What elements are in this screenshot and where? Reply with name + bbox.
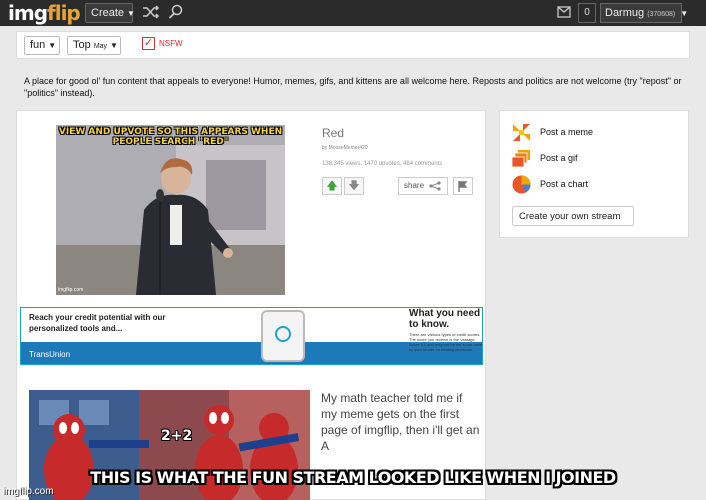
sort-select-value: Top	[73, 39, 91, 51]
shuffle-icon[interactable]	[142, 4, 160, 20]
post-actions-sidebar: Post a meme Post a gif Post a chart Crea…	[499, 110, 689, 238]
logo-text-flip: flip	[47, 1, 81, 25]
sort-period: May	[93, 43, 108, 50]
nsfw-checkbox[interactable]: ✓	[142, 37, 155, 50]
chevron-down-icon: ▼	[110, 41, 118, 50]
user-menu-button[interactable]: Darmug (370608) ▼	[600, 3, 688, 23]
ad-right-heading: What you need to know.	[409, 308, 481, 330]
ad-brand: TransUnion	[29, 350, 71, 359]
post-chart-label: Post a chart	[540, 179, 589, 189]
rick-astley-image	[56, 125, 285, 295]
ad-phone-image	[261, 310, 305, 362]
sort-select[interactable]: Top May ▼	[67, 36, 121, 55]
post-chart-link[interactable]: Post a chart	[512, 175, 682, 195]
post-gif-label: Post a gif	[540, 153, 578, 163]
ad-right-text: There are various types of credit scores…	[409, 332, 483, 352]
gif-icon	[512, 150, 530, 168]
arrow-down-icon: 🡇	[348, 180, 360, 192]
create-stream-button[interactable]: Create your own stream	[512, 206, 634, 226]
stream-filter-bar: fun ▼ Top May ▼ ✓ NSFW	[16, 31, 690, 59]
image-watermark: imgflip.com	[58, 287, 84, 293]
post-gif-link[interactable]: Post a gif	[512, 149, 682, 169]
arrow-up-icon: 🡅	[326, 180, 338, 192]
post-title[interactable]: Red	[322, 126, 344, 140]
site-logo[interactable]: imgflip	[8, 1, 81, 25]
upvote-button[interactable]: 🡅	[322, 177, 342, 195]
post-author[interactable]: by MooseMemer420	[322, 145, 368, 151]
site-watermark: imgflip.com	[3, 486, 54, 497]
chevron-down-icon: ▼	[680, 9, 689, 18]
post-meme-link[interactable]: Post a meme	[512, 123, 682, 143]
user-points: (370608)	[647, 11, 676, 18]
notification-count[interactable]: 0	[578, 3, 596, 23]
meme-feed: VIEW AND UPVOTE SO THIS APPEARS WHEN PEO…	[16, 110, 486, 500]
ad-headline: Reach your credit potential with our per…	[29, 313, 166, 333]
share-button[interactable]: share	[398, 177, 448, 195]
mail-icon[interactable]	[557, 6, 571, 18]
nsfw-label: NSFW	[159, 39, 183, 48]
username: Darmug	[605, 7, 645, 19]
top-navbar: imgflip Create ▼ 0 Darmug (370608) ▼	[0, 0, 706, 26]
meme-icon	[512, 123, 531, 142]
post-image[interactable]: VIEW AND UPVOTE SO THIS APPEARS WHEN PEO…	[56, 125, 285, 295]
create-dropdown-button[interactable]: Create ▼	[85, 3, 135, 23]
ad-banner[interactable]: Reach your credit potential with our per…	[20, 307, 483, 365]
flag-button[interactable]	[453, 177, 473, 195]
post-meme-label: Post a meme	[540, 127, 594, 137]
chevron-down-icon: ▼	[48, 41, 57, 50]
chevron-down-icon: ▼	[127, 9, 135, 18]
logo-text-img: img	[8, 1, 48, 25]
create-label: Create	[91, 7, 125, 19]
post-image-caption: 2+2	[161, 428, 193, 444]
stream-select-value: fun	[30, 39, 46, 51]
stream-select[interactable]: fun ▼	[24, 36, 60, 55]
post-stats: 138,345 views, 1470 upvotes, 484 comment…	[322, 161, 443, 167]
search-icon[interactable]	[168, 4, 184, 20]
flag-icon	[458, 181, 468, 192]
post-title[interactable]: My math teacher told me if my meme gets …	[321, 390, 481, 454]
chart-icon	[512, 175, 531, 194]
stream-description: A place for good ol' fun content that ap…	[24, 76, 682, 98]
meme-bottom-caption: THIS IS WHAT THE FUN STREAM LOOKED LIKE …	[90, 468, 616, 487]
post-image-caption: VIEW AND UPVOTE SO THIS APPEARS WHEN PEO…	[58, 127, 283, 147]
share-label: share	[404, 181, 425, 191]
downvote-button[interactable]: 🡇	[344, 177, 364, 195]
share-icon	[429, 181, 441, 191]
